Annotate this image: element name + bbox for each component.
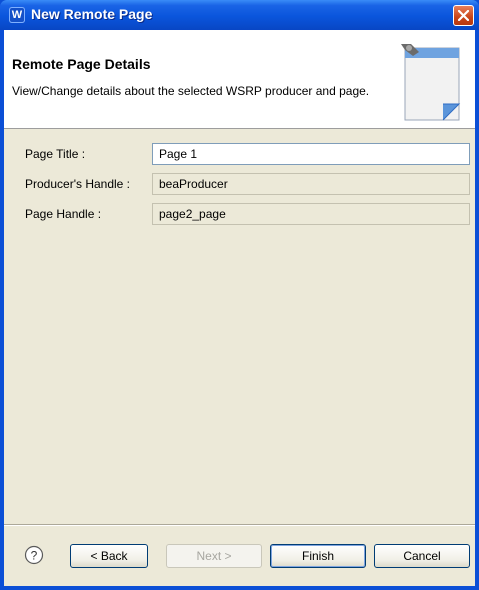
dialog-client-area: Remote Page Details View/Change details … [4, 30, 475, 586]
svg-text:?: ? [31, 549, 38, 563]
footer-separator [4, 524, 475, 526]
help-button[interactable]: ? [24, 545, 44, 565]
back-button[interactable]: < Back [70, 544, 148, 568]
wizard-header: Remote Page Details View/Change details … [4, 30, 475, 129]
page-title-row: Page Title : Page 1 [4, 143, 475, 165]
finish-button[interactable]: Finish [270, 544, 366, 568]
producer-handle-field[interactable]: beaProducer [152, 173, 470, 195]
page-handle-label: Page Handle : [25, 207, 102, 221]
page-handle-field[interactable]: page2_page [152, 203, 470, 225]
page-title-input[interactable]: Page 1 [152, 143, 470, 165]
next-button[interactable]: Next > [166, 544, 262, 568]
close-icon [458, 10, 469, 21]
page-title-label: Page Title : [25, 147, 86, 161]
page-title: Remote Page Details [12, 56, 151, 72]
page-description: View/Change details about the selected W… [12, 84, 370, 98]
title-bar[interactable]: New Remote Page [0, 0, 479, 30]
wizard-page-icon [401, 44, 461, 121]
window-title: New Remote Page [31, 6, 153, 22]
producer-handle-row: Producer's Handle : beaProducer [4, 173, 475, 195]
cancel-button[interactable]: Cancel [374, 544, 470, 568]
close-button[interactable] [453, 5, 474, 26]
app-icon [9, 7, 25, 23]
page-handle-row: Page Handle : page2_page [4, 203, 475, 225]
producer-handle-label: Producer's Handle : [25, 177, 131, 191]
dialog-window: New Remote Page Remote Page Details View… [0, 0, 479, 590]
